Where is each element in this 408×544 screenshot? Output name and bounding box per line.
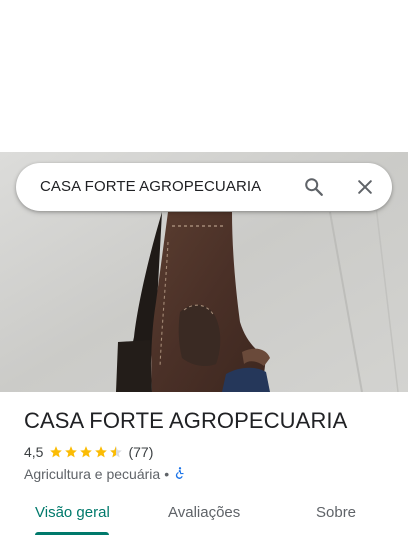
place-title: CASA FORTE AGROPECUARIA xyxy=(24,408,348,433)
search-input[interactable]: CASA FORTE AGROPECUARIA xyxy=(40,178,261,195)
active-tab-indicator xyxy=(35,532,109,535)
place-category: Agricultura e pecuária xyxy=(24,466,161,482)
star-icon xyxy=(50,446,63,458)
wheelchair-icon xyxy=(173,466,187,483)
tab-bar: Visão geral Avaliações Sobre xyxy=(0,496,408,536)
category-row: Agricultura e pecuária • xyxy=(24,465,187,483)
rating-value: 4,5 xyxy=(24,444,44,460)
tab-reviews[interactable]: Avaliações xyxy=(168,504,240,521)
search-bar[interactable]: CASA FORTE AGROPECUARIA xyxy=(16,163,392,211)
half-star-icon xyxy=(110,446,123,458)
star-rating xyxy=(49,445,124,459)
star-icon xyxy=(80,446,93,458)
close-icon[interactable] xyxy=(351,173,379,201)
separator-dot: • xyxy=(164,466,170,482)
review-count[interactable]: (77) xyxy=(128,444,153,460)
tab-overview[interactable]: Visão geral xyxy=(35,504,110,521)
search-icon[interactable] xyxy=(300,173,328,201)
star-icon xyxy=(95,446,108,458)
star-icon xyxy=(65,446,78,458)
rating-row[interactable]: 4,5 (77) xyxy=(24,443,153,461)
tab-about[interactable]: Sobre xyxy=(316,504,356,521)
map-blank-area xyxy=(0,0,408,152)
